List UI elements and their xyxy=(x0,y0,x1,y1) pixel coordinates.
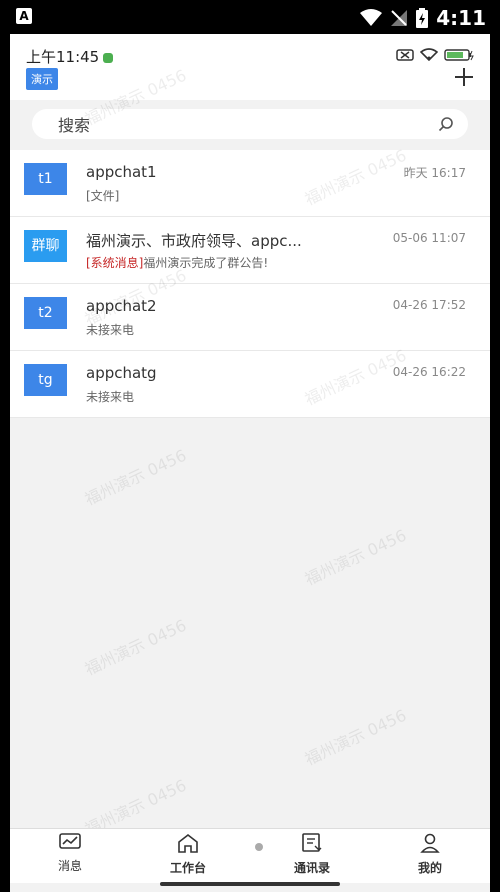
avatar: t1 xyxy=(24,163,67,195)
user-icon xyxy=(420,833,440,853)
system-status-bar: A 4:11 xyxy=(0,0,500,34)
conversation-preview: 未接来电 xyxy=(86,321,134,338)
demo-badge: 演示 xyxy=(26,68,58,90)
wifi-small-icon xyxy=(420,48,438,61)
search-box[interactable] xyxy=(32,109,468,141)
search-area xyxy=(10,100,490,150)
system-icons: 4:11 xyxy=(360,6,486,30)
plus-icon xyxy=(455,68,473,86)
tab-label: 工作台 xyxy=(169,861,206,875)
watermark: 福州演示 0456 xyxy=(81,445,190,510)
home-icon xyxy=(178,833,198,853)
tab-label: 消息 xyxy=(57,859,82,873)
contacts-icon xyxy=(302,833,322,852)
conversation-row[interactable]: t1 appchat1 昨天 16:17 [文件] xyxy=(10,150,490,217)
conversation-name: appchatg xyxy=(86,364,157,382)
tab-contacts[interactable]: 通讯录 xyxy=(272,833,352,876)
chart-icon xyxy=(59,833,81,849)
tab-label: 通讯录 xyxy=(293,861,330,875)
wifi-icon xyxy=(360,9,383,26)
preview-text: 福州演示完成了群公告! xyxy=(143,256,269,270)
search-input[interactable] xyxy=(56,109,440,141)
battery-charging-icon xyxy=(416,8,429,28)
conversation-time: 昨天 16:17 xyxy=(403,166,466,180)
conversation-preview: 未接来电 xyxy=(86,388,134,405)
add-button[interactable] xyxy=(454,64,474,92)
avatar: t2 xyxy=(24,297,67,329)
avatar: tg xyxy=(24,364,67,396)
tab-me[interactable]: 我的 xyxy=(390,833,470,876)
page-indicator-dot xyxy=(255,843,263,851)
conversation-name: 福州演示、市政府领导、appc... xyxy=(86,232,302,250)
system-clock: 4:11 xyxy=(436,6,486,30)
conversation-name: appchat2 xyxy=(86,297,157,315)
conversation-time: 05-06 11:07 xyxy=(392,231,466,245)
conversation-time: 04-26 16:22 xyxy=(392,365,466,379)
conversation-name: appchat1 xyxy=(86,163,157,181)
app-indicator-icon: A xyxy=(16,8,32,24)
no-signal-icon xyxy=(391,10,408,26)
notification-dot-icon xyxy=(103,52,114,63)
conversation-list: t1 appchat1 昨天 16:17 [文件] 群聊 福州演示、市政府领导、… xyxy=(10,150,490,418)
tab-label: 我的 xyxy=(417,861,442,875)
conversation-preview: [系统消息]福州演示完成了群公告! xyxy=(86,254,268,271)
search-icon[interactable] xyxy=(438,116,454,132)
conversation-row[interactable]: t2 appchat2 04-26 17:52 未接来电 xyxy=(10,284,490,351)
conversation-row[interactable]: 群聊 福州演示、市政府领导、appc... 05-06 11:07 [系统消息]… xyxy=(10,217,490,284)
preview-text: [文件] xyxy=(86,189,120,203)
battery-small-icon xyxy=(444,48,474,61)
watermark: 福州演示 0456 xyxy=(81,615,190,680)
inner-clock-text: 上午11:45 xyxy=(26,48,100,66)
conversation-time: 04-26 17:52 xyxy=(392,298,466,312)
preview-prefix: [系统消息] xyxy=(86,256,144,270)
home-indicator[interactable] xyxy=(160,882,340,886)
preview-text: 未接来电 xyxy=(86,390,135,404)
inner-clock: 上午11:45 xyxy=(26,46,114,67)
header: 上午11:45 演示 xyxy=(10,34,490,100)
tab-messages[interactable]: 消息 xyxy=(30,833,110,874)
tab-workbench[interactable]: 工作台 xyxy=(148,833,228,876)
watermark: 福州演示 0456 xyxy=(301,705,410,770)
preview-text: 未接来电 xyxy=(86,323,135,337)
mute-icon xyxy=(396,48,414,61)
avatar: 群聊 xyxy=(24,230,67,262)
inner-status-icons xyxy=(396,48,474,61)
watermark: 福州演示 0456 xyxy=(301,525,410,590)
conversation-preview: [文件] xyxy=(86,187,119,204)
conversation-row[interactable]: tg appchatg 04-26 16:22 未接来电 xyxy=(10,351,490,418)
bottom-tab-bar: 消息 工作台 通讯录 我的 xyxy=(10,828,490,883)
app-screen: 上午11:45 演示 t1 appchat1 昨天 16:17 [文件] 群聊 … xyxy=(10,34,490,892)
